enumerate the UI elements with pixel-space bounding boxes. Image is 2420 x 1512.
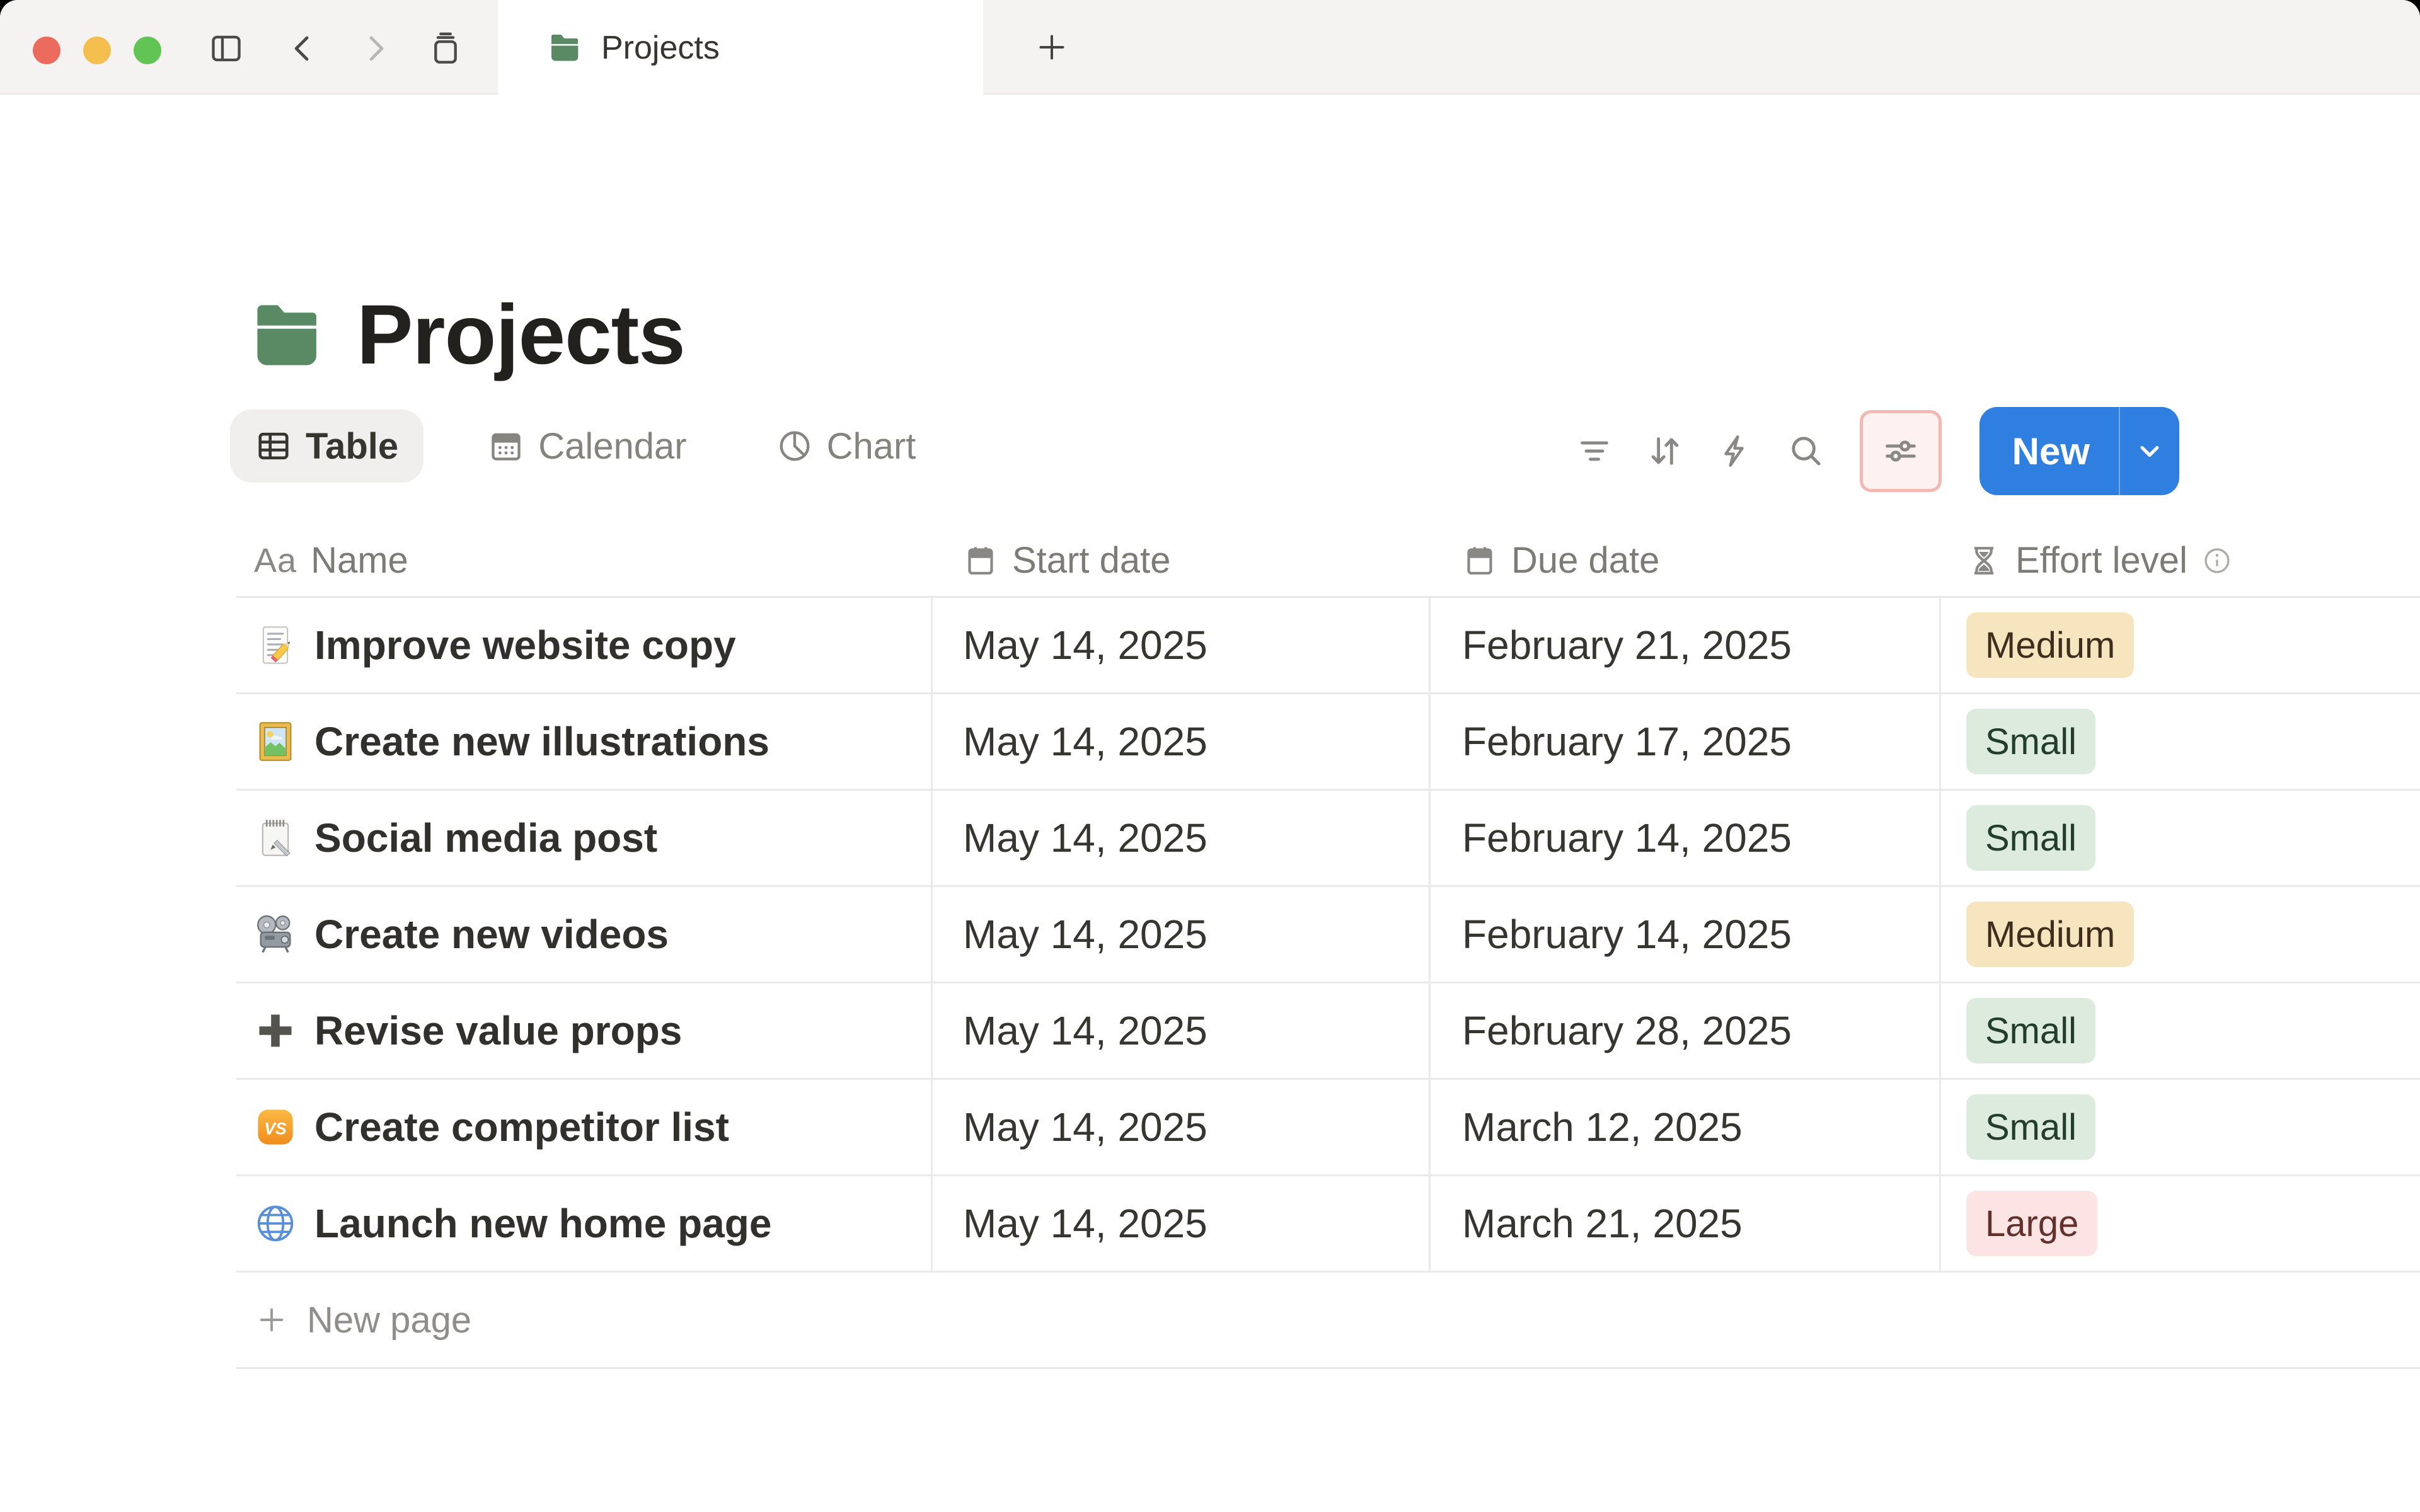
effort-cell[interactable]: Medium [1941,598,2420,692]
due-date-cell[interactable]: February 28, 2025 [1431,983,1941,1078]
calendar-icon [968,547,993,575]
table-row[interactable]: Create new illustrations May 14, 2025 Fe… [236,694,2420,791]
effort-cell[interactable]: Small [1941,791,2420,885]
row-title[interactable]: Create competitor list [314,1104,729,1150]
table-icon [258,432,289,460]
start-date-cell[interactable]: May 14, 2025 [933,791,1431,885]
view-settings-button[interactable] [1859,410,1942,492]
text-icon: Aa [254,541,297,580]
view-tabs: Table Calendar Chart [230,410,941,483]
row-title[interactable]: Launch new home page [314,1200,771,1247]
memo-pencil-icon [254,624,297,667]
due-date-cell[interactable]: February 21, 2025 [1431,598,1941,692]
view-toolbar: New [1574,407,2179,495]
new-button-dropdown[interactable] [2120,407,2179,495]
table-row[interactable]: Improve website copy May 14, 2025 Februa… [236,598,2420,694]
vs-badge-icon: VS [254,1106,297,1148]
due-date-cell[interactable]: February 14, 2025 [1431,887,1941,982]
page-title[interactable]: Projects [357,287,686,383]
row-title[interactable]: Revise value props [314,1007,682,1054]
table-body: Improve website copy May 14, 2025 Februa… [236,598,2420,1273]
zoom-window-button[interactable] [134,37,161,64]
view-tab-chart[interactable]: Chart [751,410,942,483]
film-projector-icon [254,913,297,956]
effort-badge[interactable]: Small [1966,805,2096,871]
table-row[interactable]: VS Create competitor list May 14, 2025 M… [236,1080,2420,1176]
tab-stack-icon[interactable] [427,30,464,67]
plus-icon [260,1308,284,1332]
effort-badge[interactable]: Small [1966,998,2096,1063]
close-window-button[interactable] [33,37,60,64]
search-icon[interactable] [1785,430,1827,472]
back-icon[interactable] [285,30,321,67]
framed-picture-icon [254,720,297,763]
effort-badge[interactable]: Small [1966,709,2096,774]
row-title[interactable]: Create new videos [314,911,669,958]
effort-badge[interactable]: Medium [1966,902,2135,967]
row-title[interactable]: Create new illustrations [314,718,769,765]
start-date-cell[interactable]: May 14, 2025 [933,1080,1431,1174]
start-date-cell[interactable]: May 14, 2025 [933,694,1431,789]
row-title[interactable]: Improve website copy [314,622,736,668]
start-date-cell[interactable]: May 14, 2025 [933,983,1431,1078]
effort-cell[interactable]: Small [1941,1080,2420,1174]
folder-icon [551,35,579,61]
table-row[interactable]: Launch new home page May 14, 2025 March … [236,1176,2420,1273]
effort-badge[interactable]: Large [1966,1191,2098,1256]
calendar-icon [492,433,521,461]
sort-icon[interactable] [1644,430,1686,472]
view-tab-calendar[interactable]: Calendar [463,410,712,483]
column-header-effort-level[interactable]: Effort level [1941,525,2420,596]
new-tab-button[interactable] [1032,28,1071,67]
sidebar-toggle-icon[interactable] [208,30,245,67]
row-title[interactable]: Social media post [314,815,657,861]
automations-icon[interactable] [1715,430,1756,472]
tab-title: Projects [601,30,720,66]
notion-window: Projects Projects Table Calendar Chart N… [0,0,2420,1512]
calendar-icon [1467,547,1492,575]
new-button-label[interactable]: New [1979,407,2119,495]
new-button[interactable]: New [1979,407,2179,495]
due-date-cell[interactable]: February 14, 2025 [1431,791,1941,885]
page-header: Projects [252,287,686,383]
sliders-icon [1885,440,1916,462]
heavy-plus-icon [254,1009,297,1052]
page-folder-icon[interactable] [252,303,323,367]
table-row[interactable]: Create new videos May 14, 2025 February … [236,887,2420,983]
effort-cell[interactable]: Small [1941,983,2420,1078]
table-row[interactable]: Revise value props May 14, 2025 February… [236,983,2420,1080]
filter-icon[interactable] [1574,430,1615,472]
due-date-cell[interactable]: March 12, 2025 [1431,1080,1941,1174]
effort-cell[interactable]: Small [1941,694,2420,789]
effort-cell[interactable]: Medium [1941,887,2420,982]
effort-badge[interactable]: Medium [1966,612,2135,678]
globe-icon [254,1202,297,1245]
start-date-cell[interactable]: May 14, 2025 [933,887,1431,982]
new-page-button[interactable]: New page [236,1273,2420,1369]
effort-badge[interactable]: Small [1966,1094,2096,1160]
column-header-name[interactable]: Aa Name [236,525,933,596]
view-tab-table[interactable]: Table [230,410,424,483]
start-date-cell[interactable]: May 14, 2025 [933,598,1431,692]
start-date-cell[interactable]: May 14, 2025 [933,1176,1431,1271]
spiral-notepad-icon [254,816,297,859]
forward-icon[interactable] [357,30,393,67]
tab-bar: Projects [0,0,2420,96]
column-header-start-date[interactable]: Start date [933,525,1431,596]
hourglass-icon [1974,546,1994,575]
info-icon [2204,547,2230,573]
effort-cell[interactable]: Large [1941,1176,2420,1271]
pie-chart-icon [780,431,810,461]
chevron-down-icon [2140,445,2159,457]
table-row[interactable]: Social media post May 14, 2025 February … [236,791,2420,887]
due-date-cell[interactable]: February 17, 2025 [1431,694,1941,789]
due-date-cell[interactable]: March 21, 2025 [1431,1176,1941,1271]
database-table: Aa Name Start date Due date Effort level… [236,525,2420,1369]
minimize-window-button[interactable] [83,37,111,64]
column-header-due-date[interactable]: Due date [1431,525,1941,596]
svg-text:VS: VS [264,1119,287,1138]
table-header: Aa Name Start date Due date Effort level [236,525,2420,598]
tab-projects[interactable]: Projects [498,0,983,96]
